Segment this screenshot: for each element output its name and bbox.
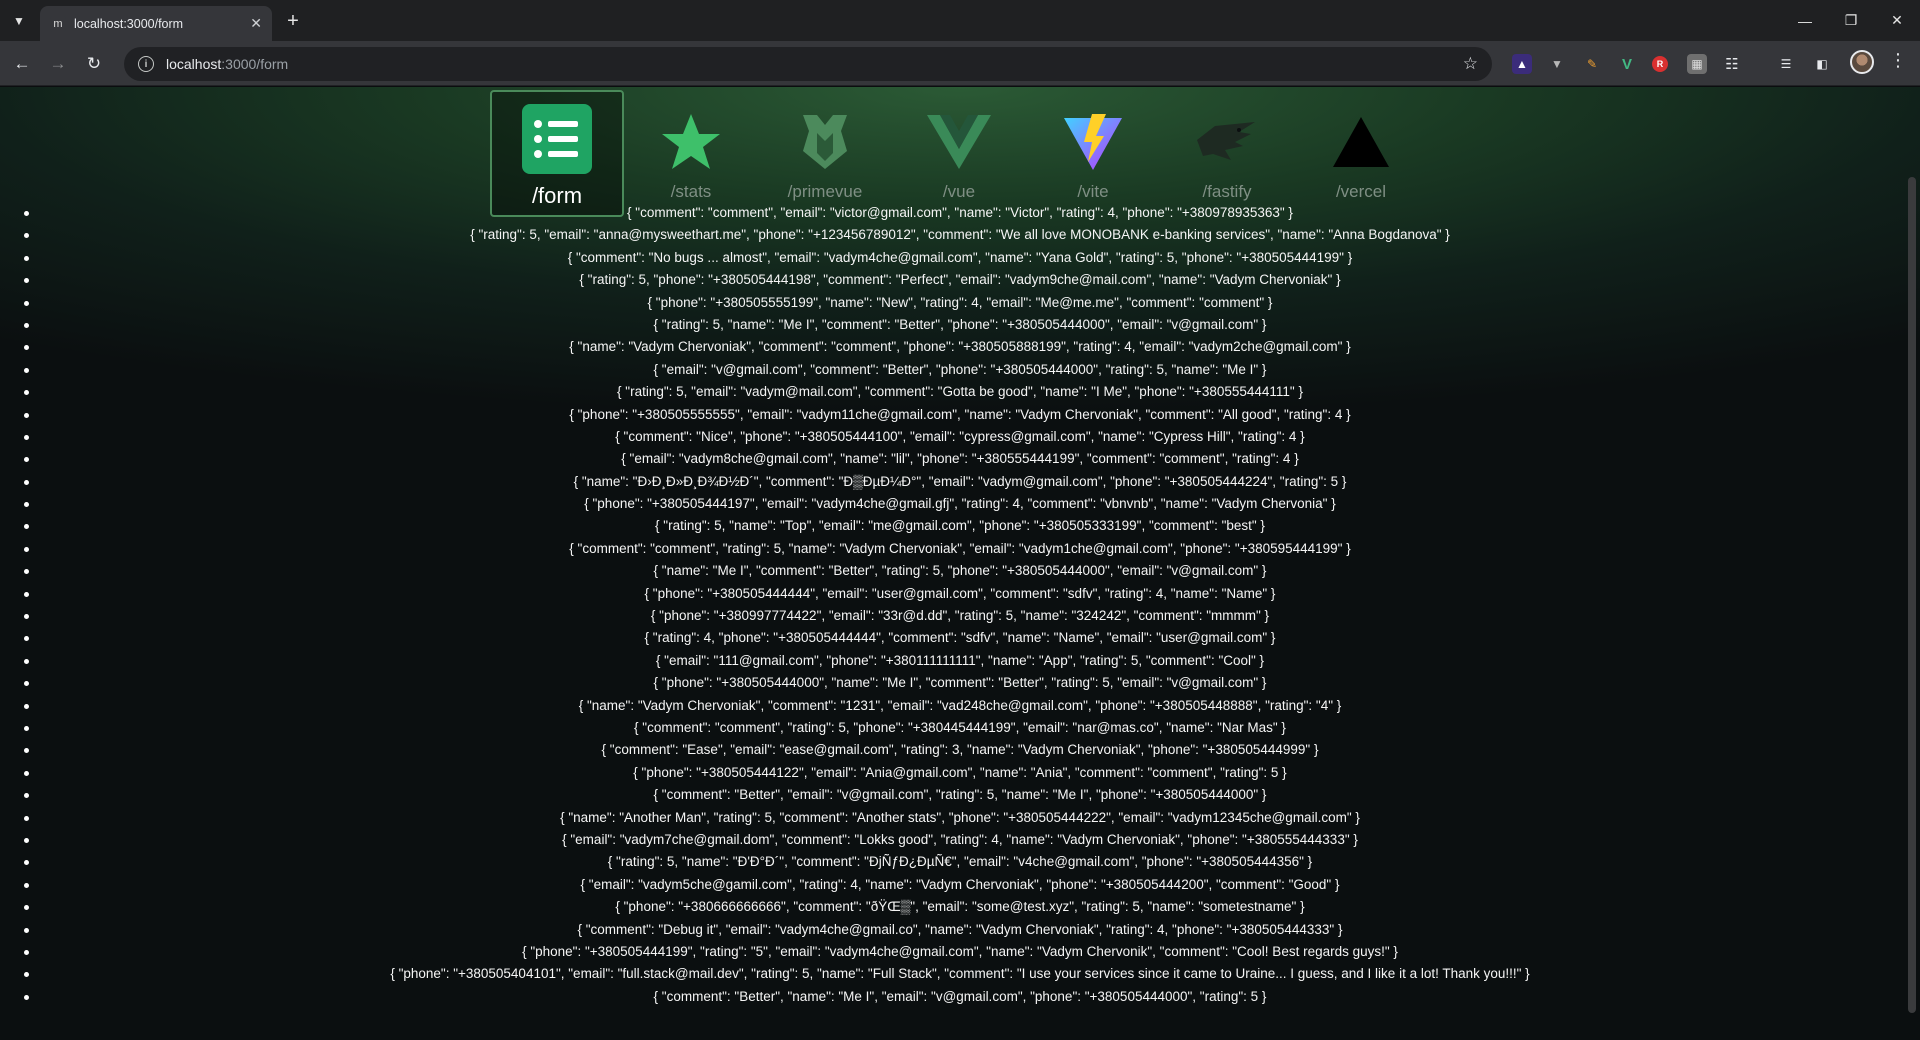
puzzle-badge-icon[interactable]: ▲ [1512,54,1532,74]
list-item: { "comment": "Better", "email": "v@gmail… [0,784,1920,806]
star-icon [659,110,723,174]
list-item: { "rating": 5, "name": "Me I", "comment"… [0,314,1920,336]
nav-item-label: /vite [1077,182,1109,201]
list-item: { "name": "Vadym Chervoniak", "comment":… [0,336,1920,358]
bookmark-star-icon[interactable]: ☆ [1463,54,1478,74]
nav-item-label: /vercel [1335,182,1387,201]
list-item: { "email": "vadym7che@gmail.dom", "comme… [0,829,1920,851]
list-item: { "phone": "+380505444199", "rating": "5… [0,941,1920,963]
vuetify-icon[interactable]: ▼ [1547,54,1567,74]
red-circle-icon[interactable]: R [1652,56,1668,72]
tab-strip: ▼ m localhost:3000/form ✕ + — ❐ ✕ [0,0,1920,41]
list-item: { "email": "vadym8che@gmail.com", "name"… [0,448,1920,470]
url-host: localhost [166,56,222,72]
list-item: { "phone": "+380505444197", "email": "va… [0,493,1920,515]
nav-item-primevue[interactable]: /primevue [758,90,892,217]
primevue-icon [793,110,857,174]
nav-item-form[interactable]: /form [490,90,624,217]
site-info-icon[interactable]: i [138,56,154,72]
list-item: { "name": "Ð›Ð¸Ð»Ð¸Ð¾Ð½Ð´", "comment": "… [0,471,1920,493]
list-item: { "comment": "comment", "rating": 5, "ph… [0,717,1920,739]
nav-item-vue[interactable]: /vue [892,90,1026,217]
nav-item-fastify[interactable]: /fastify [1160,90,1294,217]
media-icon[interactable]: ☰ [1776,54,1796,74]
back-arrow-icon[interactable]: ← [8,50,36,78]
route-nav: /form /stats /primevue /vue /vite /fasti… [490,90,1428,220]
list-item: { "name": "Vadym Chervoniak", "comment":… [0,695,1920,717]
tab-title: localhost:3000/form [74,16,184,31]
nav-item-vercel[interactable]: /vercel [1294,90,1428,217]
list-item: { "email": "vadym5che@gamil.com", "ratin… [0,874,1920,896]
nav-item-label: /primevue [787,182,863,201]
list-item: { "rating": 5, "phone": "+380505444198",… [0,269,1920,291]
vue-icon [927,110,991,174]
browser-tab[interactable]: m localhost:3000/form ✕ [40,6,272,41]
restore-icon[interactable]: ❐ [1828,0,1874,41]
vite-icon [1061,110,1125,174]
list-item: { "comment": "Debug it", "email": "vadym… [0,919,1920,941]
fastify-icon [1195,110,1259,174]
profile-avatar[interactable] [1850,50,1874,74]
menu-kebab-icon[interactable]: ⋮ [1888,50,1908,71]
sidepanel-icon[interactable]: ◧ [1812,54,1832,74]
list-item: { "name": "Me I", "comment": "Better", "… [0,560,1920,582]
forward-arrow-icon[interactable]: → [44,50,72,78]
nav-item-vite[interactable]: /vite [1026,90,1160,217]
image-icon[interactable]: ▦ [1687,54,1707,74]
list-item: { "comment": "comment", "rating": 5, "na… [0,538,1920,560]
extensions-icon[interactable]: ☷ [1722,54,1742,74]
new-tab-plus-icon[interactable]: + [280,8,306,34]
page-viewport: /form /stats /primevue /vue /vite /fasti… [0,87,1920,1040]
reload-icon[interactable]: ↻ [80,50,108,78]
list-item: { "phone": "+380505444122", "email": "An… [0,762,1920,784]
list-item: { "rating": 5, "name": "Ð'Ð°Ð´", "commen… [0,851,1920,873]
vue-devtools-icon[interactable]: V [1617,54,1637,74]
list-item: { "comment": "Better", "name": "Me I", "… [0,986,1920,1008]
feedback-list: { "comment": "comment", "email": "victor… [0,202,1920,1008]
google-forms-icon [520,102,594,176]
list-item: { "rating": 5, "name": "Top", "email": "… [0,515,1920,537]
url-path: :3000/form [221,56,289,72]
minimize-icon[interactable]: — [1782,0,1828,41]
vercel-icon [1329,110,1393,174]
list-item: { "comment": "Ease", "email": "ease@gmai… [0,739,1920,761]
list-item: { "phone": "+380666666666", "comment": "… [0,896,1920,918]
list-item: { "email": "v@gmail.com", "comment": "Be… [0,359,1920,381]
tab-search-chevron-icon[interactable]: ▼ [6,8,32,34]
list-item: { "comment": "Nice", "phone": "+38050544… [0,426,1920,448]
page-scrollbar[interactable] [1908,177,1916,1013]
nav-item-label: /vue [942,182,976,201]
nav-item-stats[interactable]: /stats [624,90,758,217]
list-item: { "rating": 4, "phone": "+380505444444",… [0,627,1920,649]
list-item: { "phone": "+380505555199", "name": "New… [0,292,1920,314]
list-item: { "phone": "+380505555555", "email": "va… [0,404,1920,426]
close-window-icon[interactable]: ✕ [1874,0,1920,41]
address-bar[interactable]: i localhost:3000/form ☆ [124,47,1492,81]
nav-item-label: /fastify [1202,182,1252,201]
list-item: { "name": "Another Man", "rating": 5, "c… [0,807,1920,829]
list-item: { "phone": "+380505444444", "email": "us… [0,583,1920,605]
tab-close-icon[interactable]: ✕ [250,15,262,32]
list-item: { "comment": "No bugs ... almost", "emai… [0,247,1920,269]
list-item: { "phone": "+380505404101", "email": "fu… [0,963,1920,985]
nav-item-label: /stats [670,182,712,201]
tab-favicon: m [50,15,66,32]
list-item: { "rating": 5, "email": "vadym@mail.com"… [0,381,1920,403]
list-item: { "rating": 5, "email": "anna@mysweethar… [0,224,1920,246]
pencil-icon[interactable]: ✎ [1582,54,1602,74]
list-item: { "phone": "+380505444000", "name": "Me … [0,672,1920,694]
browser-toolbar: ← → ↻ i localhost:3000/form ☆ ▲ ▼ ✎ V R … [0,41,1920,86]
list-item: { "email": "111@gmail.com", "phone": "+3… [0,650,1920,672]
list-item: { "phone": "+380997774422", "email": "33… [0,605,1920,627]
list-item: { "comment": "comment", "email": "victor… [0,202,1920,224]
